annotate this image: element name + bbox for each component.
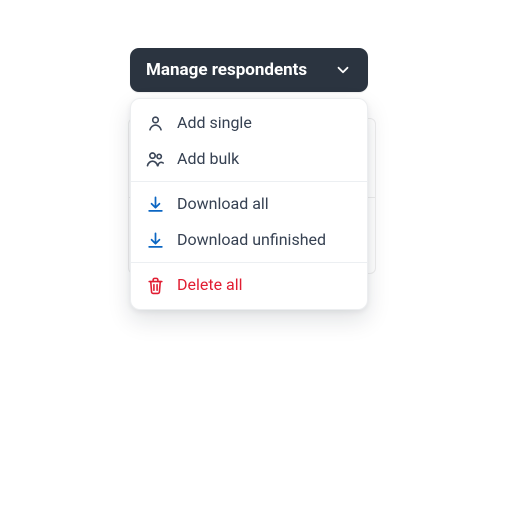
manage-respondents-button[interactable]: Manage respondents xyxy=(130,48,368,92)
download-icon xyxy=(145,230,165,250)
dropdown-menu: Add single Add bulk xyxy=(130,98,368,310)
menu-item-add-bulk[interactable]: Add bulk xyxy=(131,141,367,177)
person-icon xyxy=(145,113,165,133)
menu-separator xyxy=(131,262,367,263)
menu-item-label: Add single xyxy=(177,113,252,133)
menu-item-download-all[interactable]: Download all xyxy=(131,186,367,222)
menu-item-label: Download all xyxy=(177,194,269,214)
people-icon xyxy=(145,149,165,169)
menu-item-delete-all[interactable]: Delete all xyxy=(131,267,367,303)
trash-icon xyxy=(145,275,165,295)
menu-separator xyxy=(131,181,367,182)
menu-item-add-single[interactable]: Add single xyxy=(131,105,367,141)
menu-item-label: Download unfinished xyxy=(177,230,326,250)
chevron-down-icon xyxy=(334,61,352,79)
button-label: Manage respondents xyxy=(146,60,307,80)
menu-item-label: Add bulk xyxy=(177,149,239,169)
menu-item-label: Delete all xyxy=(177,275,243,295)
download-icon xyxy=(145,194,165,214)
menu-item-download-unfinished[interactable]: Download unfinished xyxy=(131,222,367,258)
